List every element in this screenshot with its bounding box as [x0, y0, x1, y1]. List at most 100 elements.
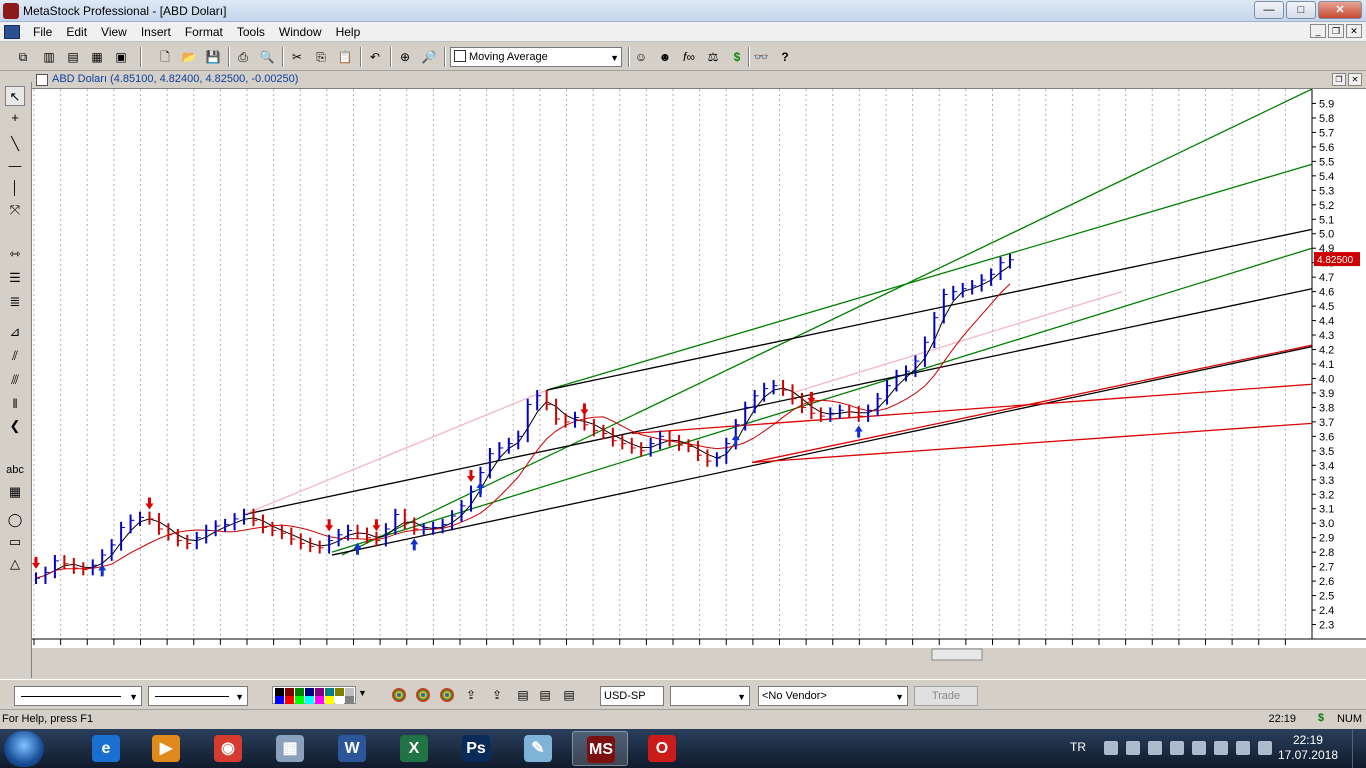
text-tool-icon[interactable]: abc [5, 460, 25, 480]
menu-format[interactable]: Format [178, 22, 230, 42]
ellipse-tool-icon[interactable]: ◯ [5, 510, 25, 530]
menu-file[interactable]: File [26, 22, 59, 42]
vendor-select[interactable]: <No Vendor> ▼ [758, 686, 908, 706]
open-icon[interactable]: 📂 [180, 48, 198, 66]
taskbar-clock[interactable]: 22:19 17.07.2018 [1278, 733, 1338, 763]
triangle-tool-icon[interactable]: △ [5, 554, 25, 574]
taskbar-app-chrome[interactable]: ◉ [200, 731, 256, 766]
horizontal-line-tool-icon[interactable]: — [5, 156, 25, 176]
menu-view[interactable]: View [94, 22, 134, 42]
speed-lines-tool-icon[interactable]: ⫻ [5, 370, 25, 390]
grid-tool-icon[interactable]: ▦ [5, 482, 25, 502]
line-style-select[interactable]: ▼ [14, 686, 142, 706]
print-preview-icon[interactable]: 🔍 [258, 48, 276, 66]
taskbar-app-photoshop[interactable]: Ps [448, 731, 504, 766]
taskbar-app-internet-explorer[interactable]: e [78, 731, 134, 766]
palette-chevron-down-icon[interactable]: ▼ [358, 688, 367, 698]
taskbar-app-media-player[interactable]: ▶ [138, 731, 194, 766]
window-stack-icon[interactable]: ▤ [560, 686, 578, 704]
color-palette[interactable] [272, 686, 356, 704]
system-tester-icon[interactable]: ⚖ [704, 48, 722, 66]
chart-restore-icon[interactable]: ❐ [1332, 73, 1346, 86]
cut-icon[interactable]: ✂ [288, 48, 306, 66]
document-icon[interactable] [4, 24, 20, 39]
chrome-icon[interactable] [416, 688, 430, 702]
menu-edit[interactable]: Edit [59, 22, 94, 42]
chart-area[interactable]: 2.3 2.4 2.5 2.6 2.7 2.8 2.9 3.0 3.1 3.2 3.3 3.4 3.5 3… [32, 88, 1366, 661]
start-button[interactable] [4, 731, 44, 767]
close-button[interactable]: ✕ [1318, 1, 1362, 19]
signal-icon[interactable] [1170, 741, 1184, 755]
window-alt-icon[interactable]: ▤ [514, 686, 532, 704]
snapshot-icon[interactable]: ⇪ [462, 686, 480, 704]
zoom-icon[interactable]: 🔎 [420, 48, 438, 66]
network-icon[interactable] [1104, 741, 1118, 755]
battery-icon[interactable] [1214, 741, 1228, 755]
mdi-restore-icon[interactable]: ❐ [1328, 24, 1344, 38]
language-indicator[interactable]: TR [1070, 740, 1086, 754]
fan-tool-icon[interactable]: ⊿ [5, 322, 25, 342]
maximize-button[interactable]: □ [1286, 1, 1316, 19]
copy-icon[interactable]: ⎘ [312, 48, 330, 66]
tile-grid-icon[interactable]: ▦ [88, 48, 106, 66]
help-pointer-icon[interactable]: ? [776, 48, 794, 66]
menu-tools[interactable]: Tools [230, 22, 272, 42]
taskbar-app-word[interactable]: W [324, 731, 380, 766]
chrome-icon[interactable] [392, 688, 406, 702]
expert-advisor-icon[interactable]: ☺ [632, 48, 650, 66]
trade-button[interactable]: Trade [914, 686, 978, 706]
taskbar-app-excel[interactable]: X [386, 731, 442, 766]
symbol-field[interactable]: USD-SP [600, 686, 664, 706]
cross-tool-icon[interactable]: + [5, 108, 25, 128]
price-chart[interactable]: 2.3 2.4 2.5 2.6 2.7 2.8 2.9 3.0 3.1 3.2 3.3 3.4 3.5 3… [32, 88, 1366, 661]
dollar-icon[interactable]: $ [728, 48, 746, 66]
show-desktop-button[interactable] [1352, 729, 1366, 768]
volume-icon[interactable] [1258, 741, 1272, 755]
tile-horizontal-icon[interactable]: ▤ [64, 48, 82, 66]
chart-close-icon[interactable]: ✕ [1348, 73, 1362, 86]
rectangle-tool-icon[interactable]: ▭ [5, 532, 25, 552]
arrow-tool-icon[interactable]: ⇿ [5, 244, 25, 264]
save-icon[interactable]: 💾 [204, 48, 222, 66]
menu-window[interactable]: Window [272, 22, 329, 42]
taskbar-app-opera[interactable]: O [634, 731, 690, 766]
crosshair-icon[interactable]: ⊕ [396, 48, 414, 66]
new-icon[interactable]: 🗋 [156, 48, 174, 66]
line-weight-select[interactable]: ▼ [148, 686, 248, 706]
vertical-line-tool-icon[interactable]: │ [5, 178, 25, 198]
bluetooth-icon[interactable] [1126, 741, 1140, 755]
gann-tool-icon[interactable]: ⫽ [5, 346, 25, 366]
cycle-lines-tool-icon[interactable]: ‖ [5, 394, 25, 414]
sync-icon[interactable] [1148, 741, 1162, 755]
tile-vertical-icon[interactable]: ▥ [40, 48, 58, 66]
snapshot-alt-icon[interactable]: ⇪ [488, 686, 506, 704]
split-tool-icon[interactable]: ⤧ [5, 200, 25, 220]
binoculars-icon[interactable]: 👓 [752, 48, 770, 66]
taskbar-app-metastock[interactable]: MS [572, 731, 628, 766]
minimize-button[interactable]: — [1254, 1, 1284, 19]
mdi-minimize-icon[interactable]: _ [1310, 24, 1326, 38]
explorer-tool-icon[interactable]: ☻ [656, 48, 674, 66]
window-split-icon[interactable]: ▤ [536, 686, 554, 704]
menu-help[interactable]: Help [329, 22, 368, 42]
layout-icon[interactable]: ▣ [112, 48, 130, 66]
trendline-tool-icon[interactable]: ╲ [5, 134, 25, 154]
taskbar-app-calculator[interactable]: ▦ [262, 731, 318, 766]
undo-icon[interactable]: ↶ [366, 48, 384, 66]
taskbar-app-notes[interactable]: ✎ [510, 731, 566, 766]
chrome-icon[interactable] [440, 688, 454, 702]
pointer-tool-icon[interactable]: ↖ [5, 86, 25, 106]
indicator-builder-icon[interactable]: f∞ [680, 48, 698, 66]
paste-icon[interactable]: 📋 [336, 48, 354, 66]
arc-tool-icon[interactable]: ❮ [5, 416, 25, 436]
print-icon[interactable]: ⎙ [234, 48, 252, 66]
indicator-select[interactable]: Moving Average ▼ [450, 47, 622, 67]
fibonacci-tool-icon[interactable]: ☰ [5, 268, 25, 288]
wifi-bars-icon[interactable] [1236, 741, 1250, 755]
period-select[interactable]: ▼ [670, 686, 750, 706]
flag-icon[interactable] [1192, 741, 1206, 755]
explorer-icon[interactable]: ⧉ [14, 48, 32, 66]
mdi-close-icon[interactable]: ✕ [1346, 24, 1362, 38]
fib-time-tool-icon[interactable]: ≣ [5, 292, 25, 312]
menu-insert[interactable]: Insert [134, 22, 178, 42]
